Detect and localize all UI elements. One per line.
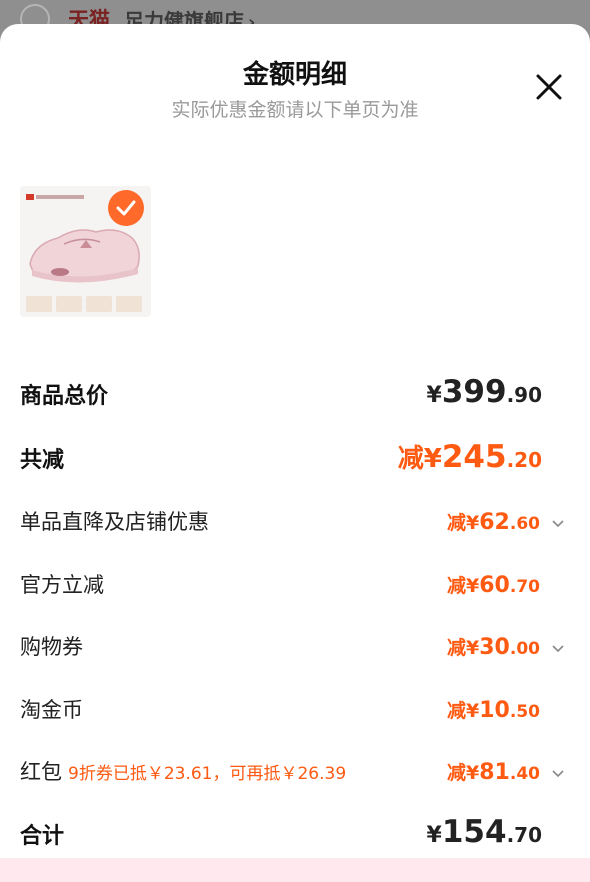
row-label: 官方立减	[20, 573, 104, 597]
chevron-down-icon[interactable]	[550, 765, 566, 781]
row-label: 商品总价	[20, 384, 109, 409]
row-amount: 减¥30.00	[447, 635, 540, 660]
row-amount: ¥154.70	[426, 814, 542, 850]
close-button[interactable]	[526, 64, 572, 110]
row-label: 共减	[20, 448, 65, 473]
row-taojinbi: 淘金币 减¥10.50	[20, 694, 566, 730]
row-shopping-voucher[interactable]: 购物券 减¥30.00	[20, 631, 566, 667]
row-label: 淘金币	[20, 698, 83, 722]
row-store-discount[interactable]: 单品直降及店铺优惠 减¥62.60	[20, 506, 566, 542]
row-red-packet[interactable]: 红包 9折券已抵￥23.61，可再抵￥26.39 减¥81.40	[20, 756, 566, 792]
row-amount: 减¥62.60	[447, 510, 540, 535]
row-amount: 减¥60.70	[447, 573, 540, 598]
row-amount: 减¥245.20	[397, 439, 542, 475]
row-label: 购物券	[20, 635, 83, 659]
row-label: 合计	[20, 824, 65, 849]
row-grand-total: 合计 ¥154.70	[20, 814, 566, 856]
row-amount: ¥399.90	[426, 374, 542, 410]
sheet-subtitle: 实际优惠金额请以下单页为准	[171, 99, 419, 121]
row-official-discount: 官方立减 减¥60.70	[20, 569, 566, 605]
row-amount: 减¥10.50	[447, 698, 540, 723]
chevron-down-icon[interactable]	[550, 640, 566, 656]
row-amount: 减¥81.40	[447, 760, 540, 785]
red-packet-label: 红包	[20, 760, 62, 784]
chevron-down-icon[interactable]	[550, 515, 566, 531]
bottom-promo-bar[interactable]	[0, 858, 590, 882]
row-label: 红包 9折券已抵￥23.61，可再抵￥26.39	[20, 756, 346, 786]
row-label: 单品直降及店铺优惠	[20, 510, 209, 534]
selected-check-icon	[108, 190, 144, 226]
red-packet-note: 9折券已抵￥23.61，可再抵￥26.39	[68, 764, 347, 784]
row-total-price: 商品总价 ¥399.90	[20, 374, 566, 416]
close-icon	[536, 74, 562, 100]
row-total-discount: 共减 减¥245.20	[20, 439, 566, 480]
sheet-title: 金额明细	[242, 60, 347, 90]
amount-detail-sheet: 金额明细 实际优惠金额请以下单页为准 商品总价 ¥399.90 共减 减¥245…	[0, 24, 590, 882]
